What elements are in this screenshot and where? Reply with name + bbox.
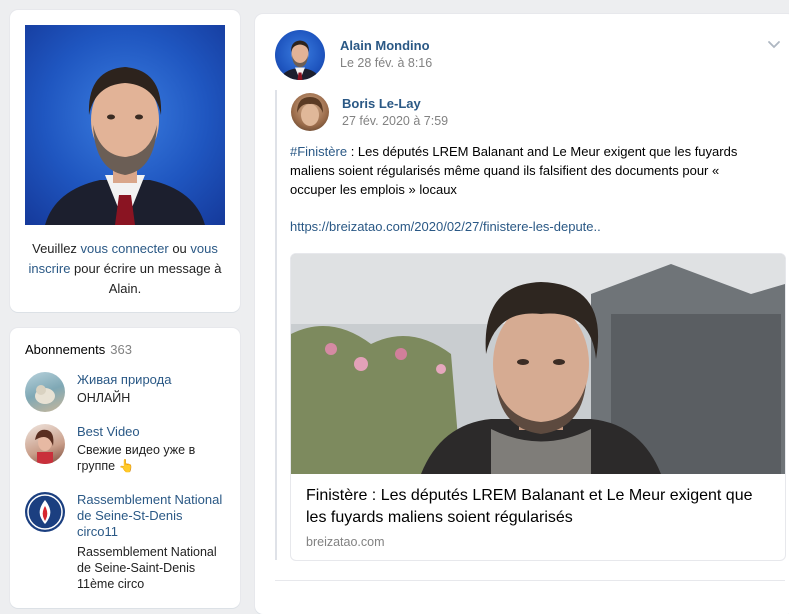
- author-avatar[interactable]: [275, 30, 325, 80]
- author-name[interactable]: Alain Mondino: [340, 38, 430, 53]
- subscription-item[interactable]: Rassemblement National de Seine-St-Denis…: [25, 492, 235, 592]
- repost-block: Boris Le-Lay 27 fév. 2020 à 7:59 #Finist…: [275, 90, 789, 561]
- subscriptions-header[interactable]: Abonnements 363: [25, 342, 132, 357]
- subscription-name[interactable]: Best Video: [77, 424, 227, 440]
- post-divider: [275, 580, 785, 581]
- post-text: #Finistère : Les députés LREM Balanant a…: [290, 142, 760, 199]
- post-date[interactable]: Le 28 fév. à 8:16: [340, 56, 432, 70]
- subscription-avatar: [25, 424, 65, 464]
- hashtag-link[interactable]: #Finistère: [290, 144, 347, 159]
- subscription-avatar: [25, 372, 65, 412]
- login-link[interactable]: vous connecter: [81, 241, 169, 256]
- subscriptions-title: Abonnements: [25, 342, 106, 357]
- subscription-description: ОНЛАЙН: [77, 391, 131, 405]
- profile-card: Veuillez vous connecter ou vous inscrire…: [10, 10, 240, 312]
- link-preview-image[interactable]: [291, 254, 785, 474]
- chevron-down-icon[interactable]: [767, 38, 781, 52]
- subscription-description: Rassemblement National de Seine-Saint-De…: [77, 545, 217, 591]
- repost-author-avatar[interactable]: [291, 93, 329, 131]
- subscription-item[interactable]: Живая природа ОНЛАЙН: [25, 372, 235, 416]
- subscriptions-count: 363: [110, 342, 132, 357]
- link-preview-title[interactable]: Finistère : Les députés LREM Balanant et…: [306, 485, 776, 529]
- subscription-name[interactable]: Rassemblement National de Seine-St-Denis…: [77, 492, 227, 540]
- subscription-name[interactable]: Живая природа: [77, 372, 227, 388]
- post-body-text: : Les députés LREM Balanant and Le Meur …: [290, 144, 738, 197]
- article-url-link[interactable]: https://breizatao.com/2020/02/27/finiste…: [290, 219, 601, 234]
- repost-author-name[interactable]: Boris Le-Lay: [342, 96, 421, 111]
- repost-date[interactable]: 27 fév. 2020 à 7:59: [342, 114, 448, 128]
- subscription-item[interactable]: Best Video Свежие видео уже в группе 👆: [25, 424, 235, 476]
- login-suffix-text: pour écrire un message à Alain.: [70, 261, 222, 296]
- subscriptions-card: Abonnements 363 Живая природа ОНЛАЙН Best…: [10, 328, 240, 608]
- subscription-avatar: [25, 492, 65, 532]
- login-prompt: Veuillez vous connecter ou vous inscrire…: [25, 239, 225, 299]
- flame-logo-icon: [27, 494, 63, 530]
- login-prefix-text: Veuillez: [32, 241, 81, 256]
- wall-post: Alain Mondino Le 28 fév. à 8:16 Boris Le…: [255, 14, 789, 614]
- profile-photo[interactable]: [25, 25, 225, 225]
- login-or-text: ou: [168, 241, 191, 256]
- link-preview-domain: breizatao.com: [306, 535, 385, 549]
- subscription-description: Свежие видео уже в группе 👆: [77, 443, 196, 473]
- link-preview[interactable]: Finistère : Les députés LREM Balanant et…: [290, 253, 786, 561]
